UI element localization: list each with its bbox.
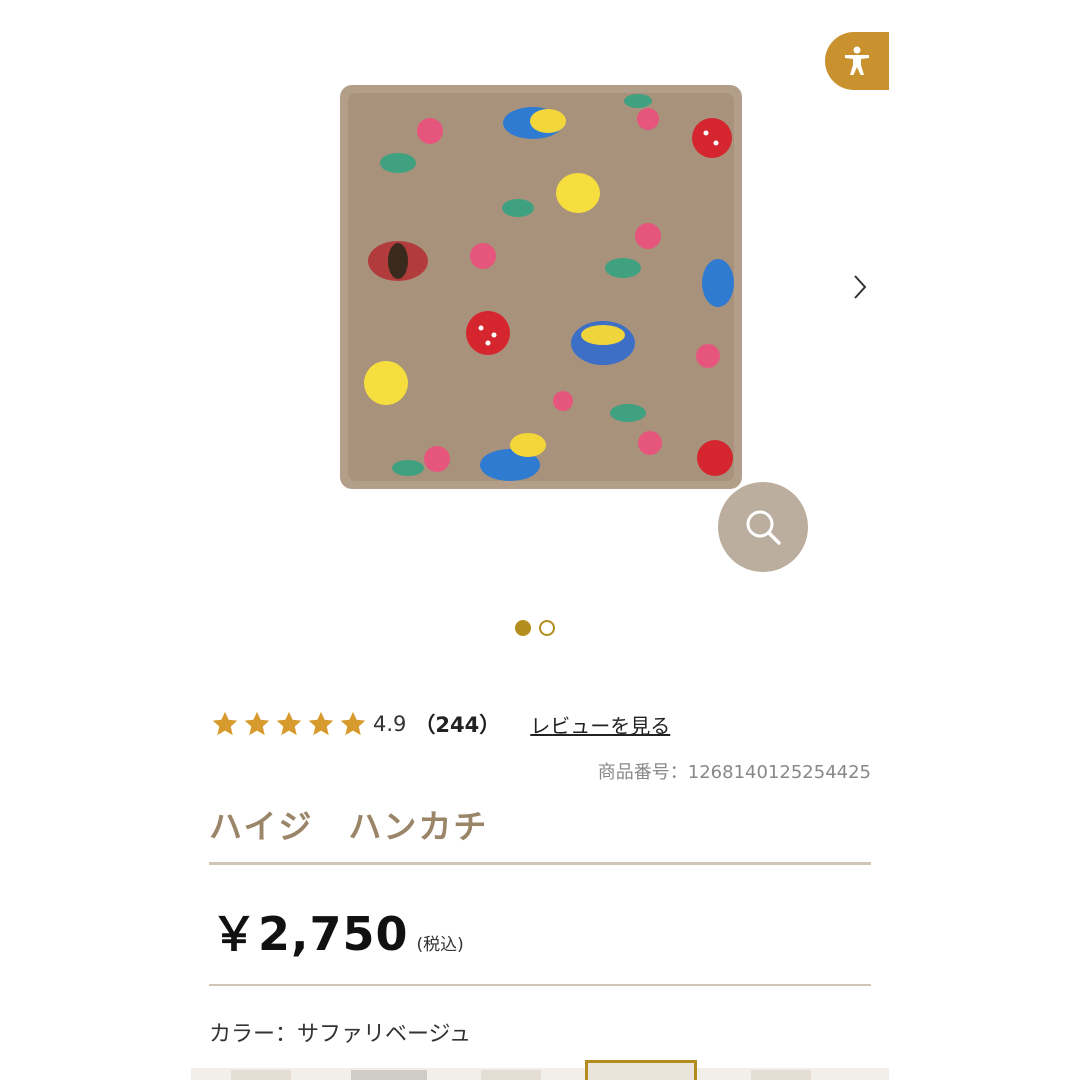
color-swatch-strip xyxy=(191,1060,889,1080)
divider xyxy=(209,862,871,865)
tax-note: (税込) xyxy=(416,935,464,955)
slide-pagination xyxy=(515,620,555,636)
product-page: 4.9 （244） レビューを見る 商品番号：1268140125254425 … xyxy=(191,0,889,1080)
color-swatch-selected[interactable] xyxy=(585,1060,697,1080)
rating-stars xyxy=(211,710,367,738)
next-slide-button[interactable] xyxy=(841,268,879,306)
slide-dot-1[interactable] xyxy=(515,620,531,636)
rating-value: 4.9 xyxy=(373,712,407,736)
color-label: カラー：サファリベージュ xyxy=(209,1022,472,1047)
rating-count: （244） xyxy=(414,713,501,737)
chevron-right-icon xyxy=(854,275,867,299)
price-row: ￥2,750 (税込) xyxy=(211,898,464,964)
color-swatch[interactable] xyxy=(481,1070,541,1080)
review-link[interactable]: レビューを見る xyxy=(530,710,670,739)
price: ￥2,750 xyxy=(211,907,409,961)
search-icon xyxy=(746,510,781,545)
accessibility-button[interactable] xyxy=(825,32,889,90)
star-icon xyxy=(212,711,238,736)
star-icon xyxy=(276,711,302,736)
star-icon xyxy=(308,711,334,736)
color-swatch[interactable] xyxy=(231,1070,291,1080)
star-icon xyxy=(340,711,366,736)
product-image[interactable] xyxy=(338,83,744,491)
accessibility-icon xyxy=(845,46,869,75)
color-swatch[interactable] xyxy=(751,1070,811,1080)
color-swatch[interactable] xyxy=(351,1070,427,1080)
product-title: ハイジ ハンカチ xyxy=(209,807,489,846)
divider xyxy=(209,984,871,986)
product-gallery xyxy=(191,0,889,660)
rating-row: 4.9 （244） レビューを見る xyxy=(211,704,871,744)
slide-dot-2[interactable] xyxy=(539,620,555,636)
zoom-button[interactable] xyxy=(718,482,808,572)
item-number: 商品番号：1268140125254425 xyxy=(597,762,871,783)
star-icon xyxy=(244,711,270,736)
